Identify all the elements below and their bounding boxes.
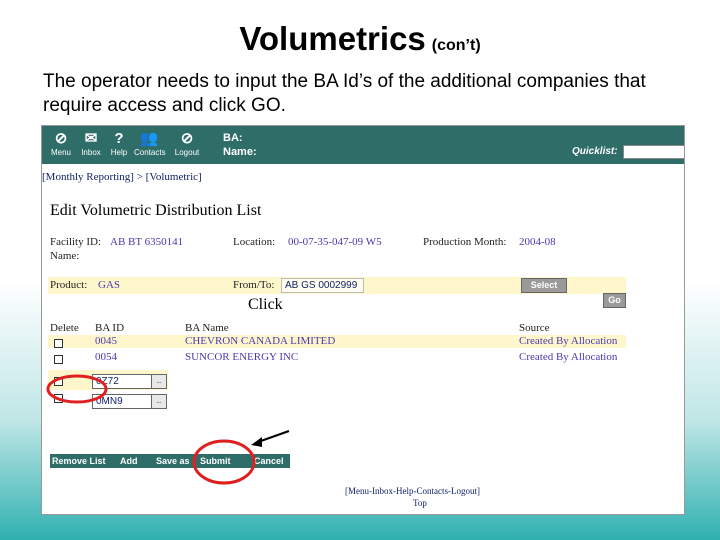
go-button[interactable]: Go bbox=[603, 293, 626, 308]
facility-id-value: AB BT 6350141 bbox=[110, 236, 184, 248]
cancel-button[interactable]: Cancel bbox=[254, 454, 284, 468]
delete-checkbox[interactable] bbox=[54, 355, 63, 364]
row-ba-id: 0045 bbox=[95, 335, 117, 347]
top-link[interactable]: Top bbox=[413, 498, 427, 508]
delete-checkbox[interactable] bbox=[54, 394, 63, 403]
product-label: Product: bbox=[50, 279, 88, 291]
annotation-click-label: Click bbox=[248, 296, 283, 313]
nav-label: Contacts bbox=[134, 148, 166, 157]
facility-id-label: Facility ID: bbox=[50, 236, 102, 248]
product-value: GAS bbox=[98, 279, 121, 291]
slide-title-main: Volumetrics bbox=[239, 20, 426, 57]
slide-title: Volumetrics (con’t) bbox=[0, 20, 720, 58]
nav-label: Logout bbox=[174, 148, 200, 157]
nav-label: Help bbox=[110, 148, 128, 157]
ba-id-input[interactable]: 0MN9 bbox=[92, 394, 152, 409]
page-title: Edit Volumetric Distribution List bbox=[50, 202, 262, 219]
save-as-button[interactable]: Save as bbox=[156, 454, 190, 468]
nav-menu[interactable]: ⊘ Menu bbox=[46, 130, 76, 157]
nav-label: Inbox bbox=[81, 148, 101, 157]
production-month-label: Production Month: bbox=[423, 236, 507, 248]
compass-icon: ⊘ bbox=[54, 130, 68, 147]
breadcrumb[interactable]: [Monthly Reporting] > [Volumetric] bbox=[42, 171, 202, 183]
row-ba-name: CHEVRON CANADA LIMITED bbox=[185, 335, 336, 347]
mail-icon: ✉ bbox=[84, 130, 98, 147]
contacts-icon: 👥 bbox=[139, 130, 159, 147]
from-to-label: From/To: bbox=[233, 279, 275, 291]
quicklist-input[interactable] bbox=[623, 145, 684, 159]
footer-links[interactable]: [Menu-Inbox-Help-Contacts-Logout] bbox=[345, 486, 480, 496]
nav-help[interactable]: ? Help bbox=[104, 130, 134, 157]
app-screenshot: ⊘ Menu ✉ Inbox ? Help 👥 Contacts ⊘ Logout BA:… bbox=[42, 126, 684, 514]
col-header-ba-name: BA Name bbox=[185, 322, 229, 334]
col-header-delete: Delete bbox=[50, 322, 79, 334]
name-label: Name: bbox=[223, 146, 257, 158]
slide-body-text: The operator needs to input the BA Id’s … bbox=[43, 71, 646, 116]
remove-list-button[interactable]: Remove List bbox=[52, 454, 106, 468]
name-field-label: Name: bbox=[50, 250, 80, 262]
ba-id-input[interactable]: 0Z72 bbox=[92, 374, 152, 389]
app-header-bar: ⊘ Menu ✉ Inbox ? Help 👥 Contacts ⊘ Logout BA:… bbox=[42, 126, 684, 164]
action-button-bar: Remove List Add Save as Submit Cancel bbox=[50, 454, 290, 468]
from-to-field[interactable]: AB GS 0002999 bbox=[281, 278, 364, 293]
location-value: 00-07-35-047-09 W5 bbox=[288, 236, 382, 248]
row-source: Created By Allocation bbox=[519, 335, 618, 347]
row-ba-name: SUNCOR ENERGY INC bbox=[185, 351, 299, 363]
ba-label: BA: bbox=[223, 132, 243, 144]
delete-checkbox[interactable] bbox=[54, 377, 63, 386]
help-icon: ? bbox=[114, 130, 124, 147]
row-source: Created By Allocation bbox=[519, 351, 618, 363]
nav-label: Menu bbox=[50, 148, 71, 157]
ba-lookup-button[interactable]: .. bbox=[151, 374, 167, 389]
col-header-ba-id: BA ID bbox=[95, 322, 125, 334]
location-label: Location: bbox=[233, 236, 276, 248]
select-button[interactable]: Select bbox=[521, 278, 567, 293]
production-month-value: 2004-08 bbox=[519, 236, 556, 248]
slide-title-sub: (con’t) bbox=[431, 37, 481, 54]
delete-checkbox[interactable] bbox=[54, 339, 63, 348]
nav-logout[interactable]: ⊘ Logout bbox=[172, 130, 202, 157]
add-button[interactable]: Add bbox=[120, 454, 138, 468]
ba-lookup-button[interactable]: .. bbox=[151, 394, 167, 409]
row-ba-id: 0054 bbox=[95, 351, 117, 363]
nav-contacts[interactable]: 👥 Contacts bbox=[134, 130, 166, 157]
logout-icon: ⊘ bbox=[180, 130, 194, 147]
submit-button[interactable]: Submit bbox=[200, 454, 231, 468]
nav-inbox[interactable]: ✉ Inbox bbox=[76, 130, 106, 157]
col-header-source: Source bbox=[519, 322, 550, 334]
quicklist-label: Quicklist: bbox=[572, 146, 618, 157]
